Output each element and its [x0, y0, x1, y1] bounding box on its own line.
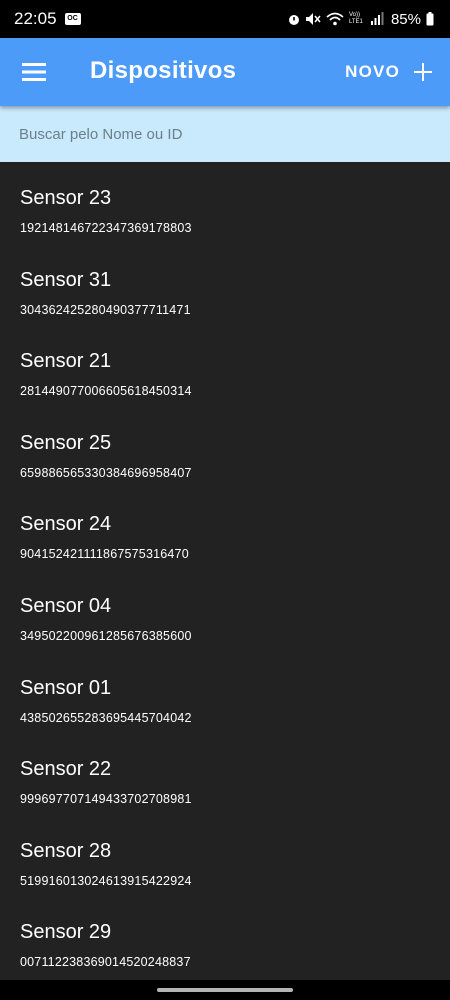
device-list-item[interactable]: Sensor 29 007112238369014520248837: [0, 896, 450, 977]
signal-icon: [370, 12, 384, 25]
device-id: 192148146722347369178803: [20, 221, 192, 235]
new-device-label: NOVO: [345, 62, 400, 81]
battery-percent: 85%: [390, 10, 421, 28]
status-right: Vo)) LTE1 85%: [288, 11, 434, 28]
device-name: Sensor 21: [20, 350, 112, 373]
device-id: 659886565330384696958407: [20, 465, 192, 480]
status-left: 22:05 OC: [14, 9, 81, 29]
device-name: Sensor 22: [20, 758, 112, 781]
page-title: Dispositivos: [90, 57, 237, 84]
device-list-item[interactable]: Sensor 04 349502200961285676385600: [0, 570, 450, 651]
network-label: Vo)) LTE1: [348, 12, 363, 25]
notification-icon: OC: [64, 13, 81, 25]
search-bar: [0, 106, 450, 162]
device-id: 519916013024613915422924: [20, 873, 192, 888]
alarm-icon: [288, 15, 299, 25]
navigation-bar: [0, 980, 450, 1000]
device-name: Sensor 31: [20, 268, 112, 291]
device-name: Sensor 23: [20, 187, 112, 209]
device-id: 438502655283695445704042: [20, 710, 192, 725]
device-list-item[interactable]: Sensor 31 304362425280490377711471: [0, 244, 450, 325]
status-bar: 22:05 OC Vo)) LTE1 85%: [0, 0, 450, 38]
battery-icon: [426, 12, 434, 26]
wifi-icon: [326, 12, 344, 26]
new-device-button[interactable]: NOVO: [345, 56, 432, 88]
mute-icon: [305, 13, 321, 25]
device-list-item[interactable]: Sensor 21 281449077006605618450314: [0, 325, 450, 406]
device-list-item[interactable]: Sensor 23 192148146722347369178803: [0, 162, 450, 243]
device-list-item[interactable]: Sensor 28 519916013024613915422924: [0, 815, 450, 896]
device-id: 007112238369014520248837: [20, 955, 191, 970]
screen: 22:05 OC Vo)) LTE1 85% Dispositivos NOVO…: [0, 0, 450, 1000]
device-name: Sensor 28: [20, 839, 112, 862]
device-list-item[interactable]: Sensor 25 659886565330384696958407: [0, 407, 450, 488]
menu-icon[interactable]: [22, 62, 46, 82]
device-name: Sensor 01: [20, 676, 112, 699]
device-id: 349502200961285676385600: [20, 629, 192, 643]
device-id: 999697707149433702708981: [20, 792, 192, 807]
device-name: Sensor 24: [20, 513, 112, 536]
device-list-item[interactable]: Sensor 22 999697707149433702708981: [0, 733, 450, 814]
device-list-item[interactable]: Sensor 24 904152421111867575316470: [0, 488, 450, 569]
plus-icon: [414, 63, 432, 81]
device-id: 304362425280490377711471: [20, 302, 191, 317]
app-bar: Dispositivos NOVO: [0, 38, 450, 106]
device-id: 281449077006605618450314: [20, 384, 192, 399]
device-name: Sensor 04: [20, 595, 112, 617]
device-name: Sensor 29: [20, 921, 112, 944]
device-list-item[interactable]: Sensor 01 438502655283695445704042: [0, 652, 450, 733]
home-indicator[interactable]: [157, 988, 293, 992]
search-input[interactable]: [0, 106, 450, 162]
device-list: Sensor 23 192148146722347369178803 Sensor …: [0, 162, 450, 980]
device-name: Sensor 25: [20, 431, 112, 454]
clock: 22:05: [14, 9, 57, 28]
device-id: 904152421111867575316470: [20, 547, 189, 562]
